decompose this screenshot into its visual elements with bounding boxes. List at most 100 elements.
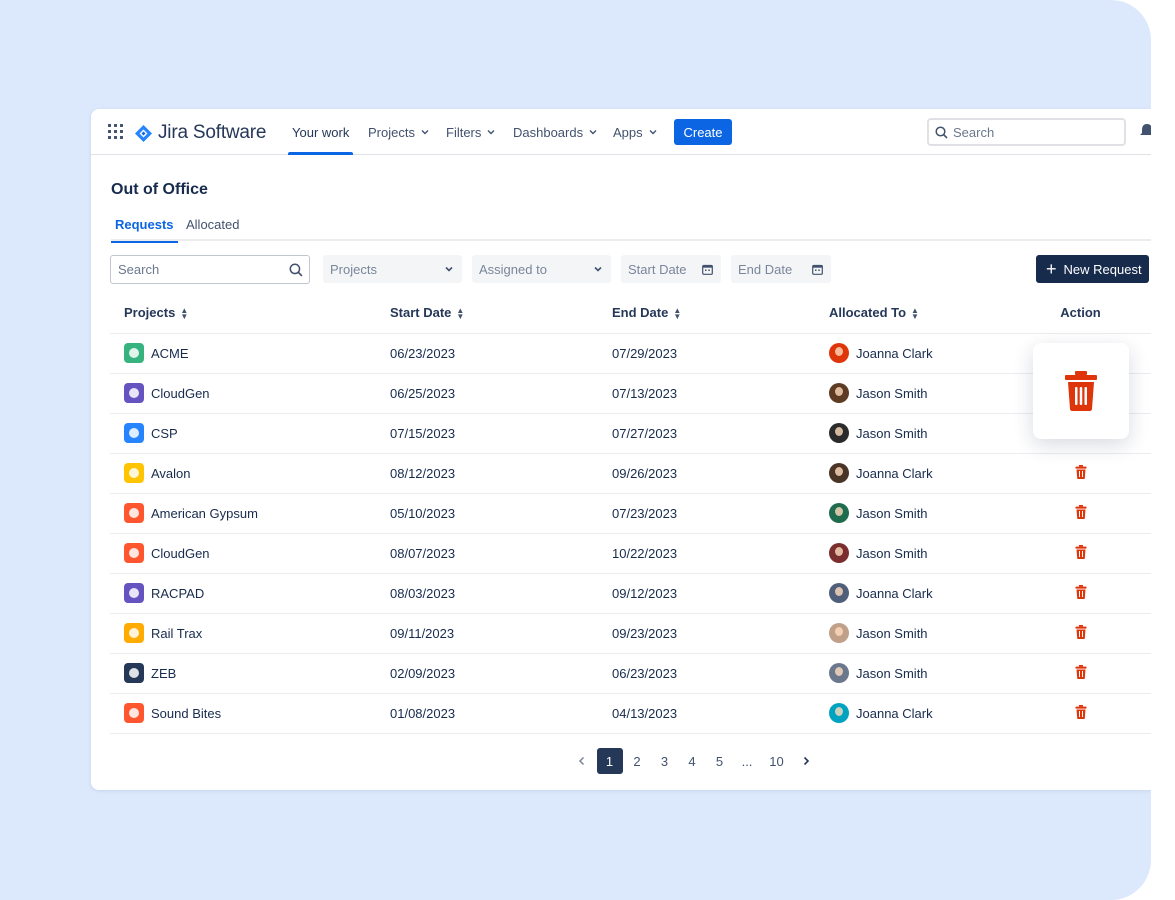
nav-label: Dashboards xyxy=(513,124,584,140)
table-row[interactable]: Sound Bites 01/08/2023 04/13/2023 Joanna Cl… xyxy=(110,693,1151,734)
start-date-cell: 05/10/2023 xyxy=(390,493,612,534)
start-date-cell: 07/15/2023 xyxy=(390,413,612,454)
user-name[interactable]: Jason Smith xyxy=(856,426,928,441)
delete-trash-icon[interactable] xyxy=(1074,544,1088,559)
table-row[interactable]: Rail Trax 09/11/2023 09/23/2023 Jason Smith xyxy=(110,613,1151,654)
action-cell xyxy=(1044,533,1151,574)
delete-trash-icon[interactable] xyxy=(1074,584,1088,599)
app-switcher-icon[interactable] xyxy=(108,124,123,139)
start-date-cell: 08/03/2023 xyxy=(390,573,612,614)
project-name[interactable]: CSP xyxy=(151,426,178,441)
user-avatar xyxy=(829,583,849,603)
user-name[interactable]: Joanna Clark xyxy=(856,706,933,721)
projects-select[interactable]: Projects xyxy=(323,255,462,283)
nav-projects[interactable]: Projects xyxy=(368,109,430,155)
start-date-picker[interactable]: Start Date xyxy=(621,255,721,283)
page-number-button[interactable]: 4 xyxy=(679,748,705,774)
page-number-button[interactable]: 1 xyxy=(596,748,623,774)
pagination-ellipsis: ... xyxy=(741,753,753,769)
column-label: Projects xyxy=(124,305,176,321)
column-label: End Date xyxy=(612,305,669,321)
project-cell: Sound Bites xyxy=(110,693,390,734)
prev-page-button[interactable] xyxy=(569,748,595,774)
column-label: Allocated To xyxy=(829,305,907,321)
chevron-down-icon xyxy=(445,266,453,272)
user-name[interactable]: Jason Smith xyxy=(856,626,928,641)
user-name[interactable]: Joanna Clark xyxy=(856,466,933,481)
delete-confirm-popover[interactable] xyxy=(1033,343,1129,439)
user-avatar xyxy=(829,663,849,683)
project-name[interactable]: CloudGen xyxy=(151,386,210,401)
user-name[interactable]: Joanna Clark xyxy=(856,346,933,361)
tab-allocated[interactable]: Allocated xyxy=(186,217,239,241)
page-numbers: 1 2 3 4 5... 10 xyxy=(596,748,794,774)
user-name[interactable]: Jason Smith xyxy=(856,386,928,401)
start-date-cell: 08/07/2023 xyxy=(390,533,612,574)
action-cell xyxy=(1044,653,1151,694)
search-icon xyxy=(289,263,303,276)
project-name[interactable]: American Gypsum xyxy=(151,506,258,521)
project-avatar-icon xyxy=(124,383,144,403)
delete-trash-icon[interactable] xyxy=(1074,704,1088,719)
table-row[interactable]: CloudGen 08/07/2023 10/22/2023 Jason Smith xyxy=(110,533,1151,574)
jira-logo[interactable]: Jira Software xyxy=(135,122,266,144)
project-avatar-icon xyxy=(124,583,144,603)
column-header-allocated-to[interactable]: Allocated To ▲ ▼ xyxy=(829,293,1044,334)
new-request-button[interactable]: + New Request xyxy=(1036,255,1149,283)
user-name[interactable]: Jason Smith xyxy=(856,546,928,561)
project-name[interactable]: Rail Trax xyxy=(151,626,202,641)
project-cell: Avalon xyxy=(110,453,390,494)
user-name[interactable]: Jason Smith xyxy=(856,666,928,681)
project-name[interactable]: ZEB xyxy=(151,666,176,681)
user-name[interactable]: Joanna Clark xyxy=(856,586,933,601)
action-cell xyxy=(1044,493,1151,534)
request-search-input[interactable]: Search xyxy=(110,255,310,284)
calendar-icon xyxy=(812,264,823,275)
table-row[interactable]: American Gypsum 05/10/2023 07/23/2023 Jason… xyxy=(110,493,1151,534)
table-row[interactable]: ZEB 02/09/2023 06/23/2023 Jason Smith xyxy=(110,653,1151,694)
column-header-end-date[interactable]: End Date ▲ ▼ xyxy=(612,293,829,334)
backdrop: Jira Software Your work Projects Filters… xyxy=(0,0,1151,900)
page-number-button[interactable]: 3 xyxy=(652,748,678,774)
nav-filters[interactable]: Filters xyxy=(446,109,496,155)
end-date-picker[interactable]: End Date xyxy=(731,255,831,283)
create-button[interactable]: Create xyxy=(674,119,732,145)
project-name[interactable]: RACPAD xyxy=(151,586,204,601)
project-name[interactable]: Avalon xyxy=(151,466,191,481)
project-name[interactable]: CloudGen xyxy=(151,546,210,561)
notification-bell-icon[interactable] xyxy=(1138,123,1151,139)
allocated-cell: Jason Smith xyxy=(829,613,1044,654)
column-header-start-date[interactable]: Start Date ▲ ▼ xyxy=(390,293,612,334)
end-date-cell: 10/22/2023 xyxy=(612,533,829,574)
sort-icon: ▲ ▼ xyxy=(673,305,682,321)
table-row[interactable]: RACPAD 08/03/2023 09/12/2023 Joanna Clark xyxy=(110,573,1151,614)
tab-requests[interactable]: Requests xyxy=(111,217,178,243)
nav-label: Filters xyxy=(446,124,482,140)
column-header-projects[interactable]: Projects ▲ ▼ xyxy=(110,293,390,334)
project-name[interactable]: Sound Bites xyxy=(151,706,221,721)
nav-apps[interactable]: Apps xyxy=(613,109,658,155)
page-number-button[interactable]: 2 xyxy=(624,748,650,774)
user-name[interactable]: Jason Smith xyxy=(856,506,928,521)
start-date-cell: 01/08/2023 xyxy=(390,693,612,734)
assigned-to-select[interactable]: Assigned to xyxy=(472,255,611,283)
nav-label: Apps xyxy=(613,124,643,140)
delete-trash-icon[interactable] xyxy=(1074,664,1088,679)
table-row[interactable]: CloudGen 06/25/2023 07/13/2023 Jason Smith xyxy=(110,373,1151,414)
table-row[interactable]: ACME 06/23/2023 07/29/2023 Joanna Clark xyxy=(110,333,1151,374)
next-page-button[interactable] xyxy=(793,748,819,774)
delete-trash-icon[interactable] xyxy=(1074,624,1088,639)
app-window: Jira Software Your work Projects Filters… xyxy=(91,109,1151,790)
delete-trash-icon[interactable] xyxy=(1074,464,1088,479)
project-avatar-icon xyxy=(124,463,144,483)
table-row[interactable]: CSP 07/15/2023 07/27/2023 Jason Smith xyxy=(110,413,1151,454)
table-row[interactable]: Avalon 08/12/2023 09/26/2023 Joanna Clark xyxy=(110,453,1151,494)
nav-dashboards[interactable]: Dashboards xyxy=(513,109,598,155)
project-name[interactable]: ACME xyxy=(151,346,189,361)
project-avatar-icon xyxy=(124,543,144,563)
page-number-button[interactable]: 5 xyxy=(707,748,733,774)
global-search-input[interactable]: Search xyxy=(927,118,1126,146)
delete-trash-icon[interactable] xyxy=(1074,504,1088,519)
nav-your-work[interactable]: Your work xyxy=(287,109,354,155)
page-number-button[interactable]: 10 xyxy=(762,748,792,774)
